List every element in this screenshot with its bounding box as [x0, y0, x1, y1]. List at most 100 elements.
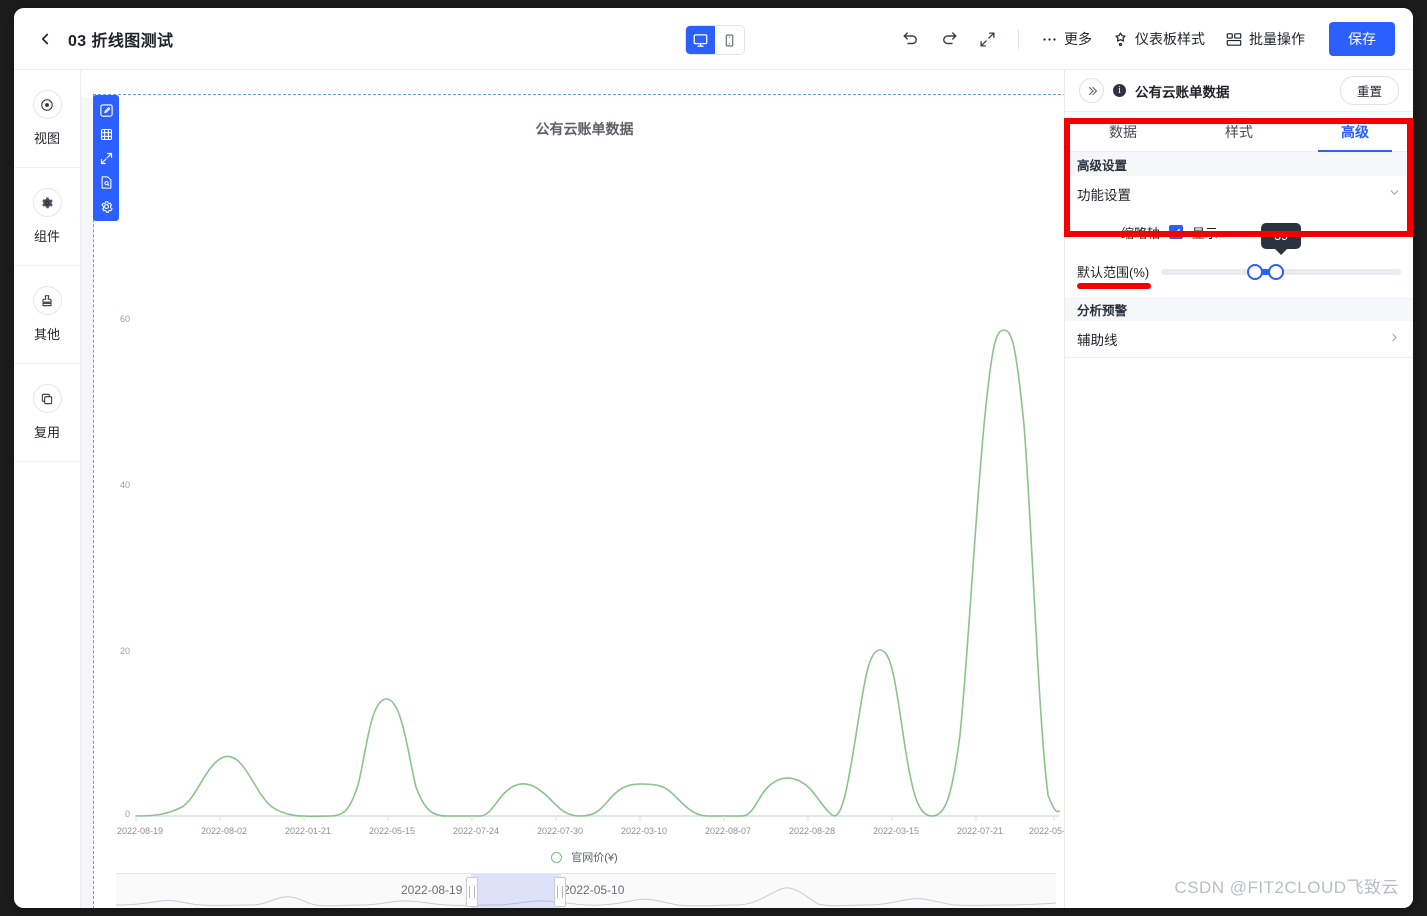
x-tick-10: 2022-07-21 — [957, 826, 1003, 836]
x-tick-4: 2022-07-24 — [453, 826, 499, 836]
x-tick-7: 2022-08-07 — [705, 826, 751, 836]
chevron-double-right-icon — [1088, 86, 1097, 95]
tab-advanced[interactable]: 高级 — [1297, 112, 1413, 152]
x-tick-labels: 2022-08-19 2022-08-02 2022-01-21 2022-05… — [117, 826, 1064, 836]
warning-section-header: 分析预警 — [1065, 297, 1413, 321]
sidebar-item-label: 组件 — [33, 229, 60, 244]
batch-operation-button[interactable]: 批量操作 — [1215, 23, 1315, 55]
chevron-down-icon — [1388, 186, 1401, 202]
fullscreen-button[interactable] — [968, 20, 1006, 58]
annotation-underline — [1077, 283, 1151, 289]
default-range-label: 默认范围(%) — [1077, 262, 1151, 289]
x-tick-marks — [135, 816, 1055, 821]
settings-gear-icon[interactable] — [95, 195, 117, 217]
app-window: 03 折线图测试 更多 仪表板样式 批量操作 保存 视图 组件 其他 复用 公有… — [14, 8, 1413, 908]
x-tick-0: 2022-08-19 — [117, 826, 163, 836]
sidebar-item-other[interactable]: 其他 — [14, 266, 80, 364]
datazoom-handle-right[interactable] — [554, 877, 566, 907]
redo-button[interactable] — [930, 20, 968, 58]
default-range-slider[interactable]: 39 — [1161, 222, 1401, 280]
tab-data[interactable]: 数据 — [1065, 112, 1181, 151]
show-label: 显示 — [1192, 225, 1219, 241]
x-tick-3: 2022-05-15 — [369, 826, 415, 836]
properties-panel: i 公有云账单数据 重置 数据 样式 高级 高级设置 功能设置 缩略轴 显示 默… — [1064, 70, 1413, 908]
toolbar-divider — [1018, 29, 1019, 49]
series-line-guanwangjia — [135, 329, 1060, 818]
batch-label: 批量操作 — [1249, 31, 1305, 47]
default-range-row: 默认范围(%) 39 — [1077, 222, 1401, 289]
palette-star-icon — [1115, 32, 1126, 46]
advanced-section-header: 高级设置 — [1065, 152, 1413, 176]
function-settings-group: 功能设置 缩略轴 显示 默认范围(%) 39 — [1065, 176, 1413, 297]
line-chart-plot[interactable]: 60 40 20 0 2022-08-19 2022-08-02 2022-01… — [94, 95, 1064, 908]
desktop-view-button[interactable] — [686, 26, 715, 54]
function-settings-toggle[interactable]: 功能设置 — [1065, 176, 1413, 212]
reset-button[interactable]: 重置 — [1339, 76, 1399, 105]
datazoom-start-label: 2022-08-19 — [401, 883, 463, 897]
table-grid-icon[interactable] — [95, 123, 117, 145]
legend-marker-icon — [551, 851, 563, 863]
more-button[interactable]: 更多 — [1031, 23, 1102, 55]
edit-pencil-icon[interactable] — [95, 99, 117, 121]
x-tick-6: 2022-03-10 — [621, 826, 667, 836]
sidebar-item-view[interactable]: 视图 — [14, 70, 80, 168]
show-thumbaxis-checkbox[interactable] — [1169, 225, 1184, 239]
copy-icon — [32, 384, 62, 413]
panel-tabs: 数据 样式 高级 — [1065, 112, 1413, 152]
info-icon[interactable]: i — [1113, 84, 1126, 97]
slider-handle-left[interactable] — [1246, 263, 1263, 280]
thumb-axis-label: 缩略轴 — [1121, 225, 1161, 241]
chevron-right-icon — [1388, 331, 1401, 347]
aux-line-row[interactable]: 辅助线 — [1065, 321, 1413, 357]
undo-icon — [903, 32, 917, 45]
mobile-view-button[interactable] — [715, 26, 744, 54]
mobile-icon — [725, 34, 734, 46]
tab-style[interactable]: 样式 — [1181, 112, 1297, 151]
view-target-icon — [32, 90, 62, 119]
monitor-icon — [693, 33, 708, 47]
aux-line-label: 辅助线 — [1077, 333, 1118, 348]
view-mode-toggle[interactable] — [685, 25, 745, 55]
gear-icon — [32, 188, 62, 217]
x-tick-9: 2022-03-15 — [873, 826, 919, 836]
page-title: 03 折线图测试 — [68, 32, 174, 50]
widget-quick-toolbar[interactable] — [93, 95, 119, 221]
x-tick-8: 2022-08-28 — [789, 826, 835, 836]
datazoom-slider[interactable]: 2022-08-19 2022-05-10 — [116, 873, 1056, 908]
panel-title: 公有云账单数据 — [1135, 84, 1230, 100]
function-settings-label: 功能设置 — [1077, 188, 1131, 203]
sidebar-item-label: 复用 — [33, 425, 60, 440]
dashboard-style-button[interactable]: 仪表板样式 — [1102, 23, 1215, 55]
dashboard-canvas[interactable]: 公有云账单数据 60 40 20 0 2022-08-19 2022-08-02… — [81, 70, 1064, 908]
watermark: CSDN @FIT2CLOUD飞致云 — [1174, 878, 1399, 897]
slider-handle-right[interactable] — [1268, 263, 1285, 280]
y-tick-40: 40 — [120, 480, 130, 490]
save-button[interactable]: 保存 — [1329, 22, 1395, 56]
sidebar-item-component[interactable]: 组件 — [14, 168, 80, 266]
legend-label: 官网价(¥) — [571, 852, 618, 864]
stamp-icon — [32, 286, 62, 315]
sidebar-item-reuse[interactable]: 复用 — [14, 364, 80, 462]
slider-value-tooltip: 39 — [1261, 222, 1302, 249]
sidebar-item-label: 视图 — [33, 131, 60, 146]
check-icon — [1171, 228, 1181, 235]
datazoom-end-label: 2022-05-10 — [563, 883, 625, 897]
x-tick-5: 2022-07-30 — [537, 826, 583, 836]
y-tick-60: 60 — [120, 314, 130, 324]
more-label: 更多 — [1064, 31, 1092, 47]
redo-icon — [943, 32, 957, 45]
left-sidebar: 视图 组件 其他 复用 — [14, 70, 81, 908]
chart-widget[interactable]: 公有云账单数据 60 40 20 0 2022-08-19 2022-08-02… — [93, 94, 1064, 908]
chart-legend[interactable]: 官网价(¥) — [94, 849, 1064, 865]
expand-arrows-icon[interactable] — [95, 147, 117, 169]
panel-divider — [1065, 357, 1413, 358]
thumb-axis-row: 缩略轴 显示 — [1077, 216, 1401, 248]
datazoom-window[interactable] — [471, 874, 561, 908]
datazoom-handle-left[interactable] — [466, 877, 478, 907]
undo-button[interactable] — [892, 20, 930, 58]
panel-collapse-button[interactable] — [1079, 78, 1104, 103]
detail-search-icon[interactable] — [95, 171, 117, 193]
x-tick-11: 2022-05-10 — [1029, 826, 1064, 836]
y-tick-20: 20 — [120, 646, 130, 656]
back-button[interactable] — [28, 22, 62, 56]
